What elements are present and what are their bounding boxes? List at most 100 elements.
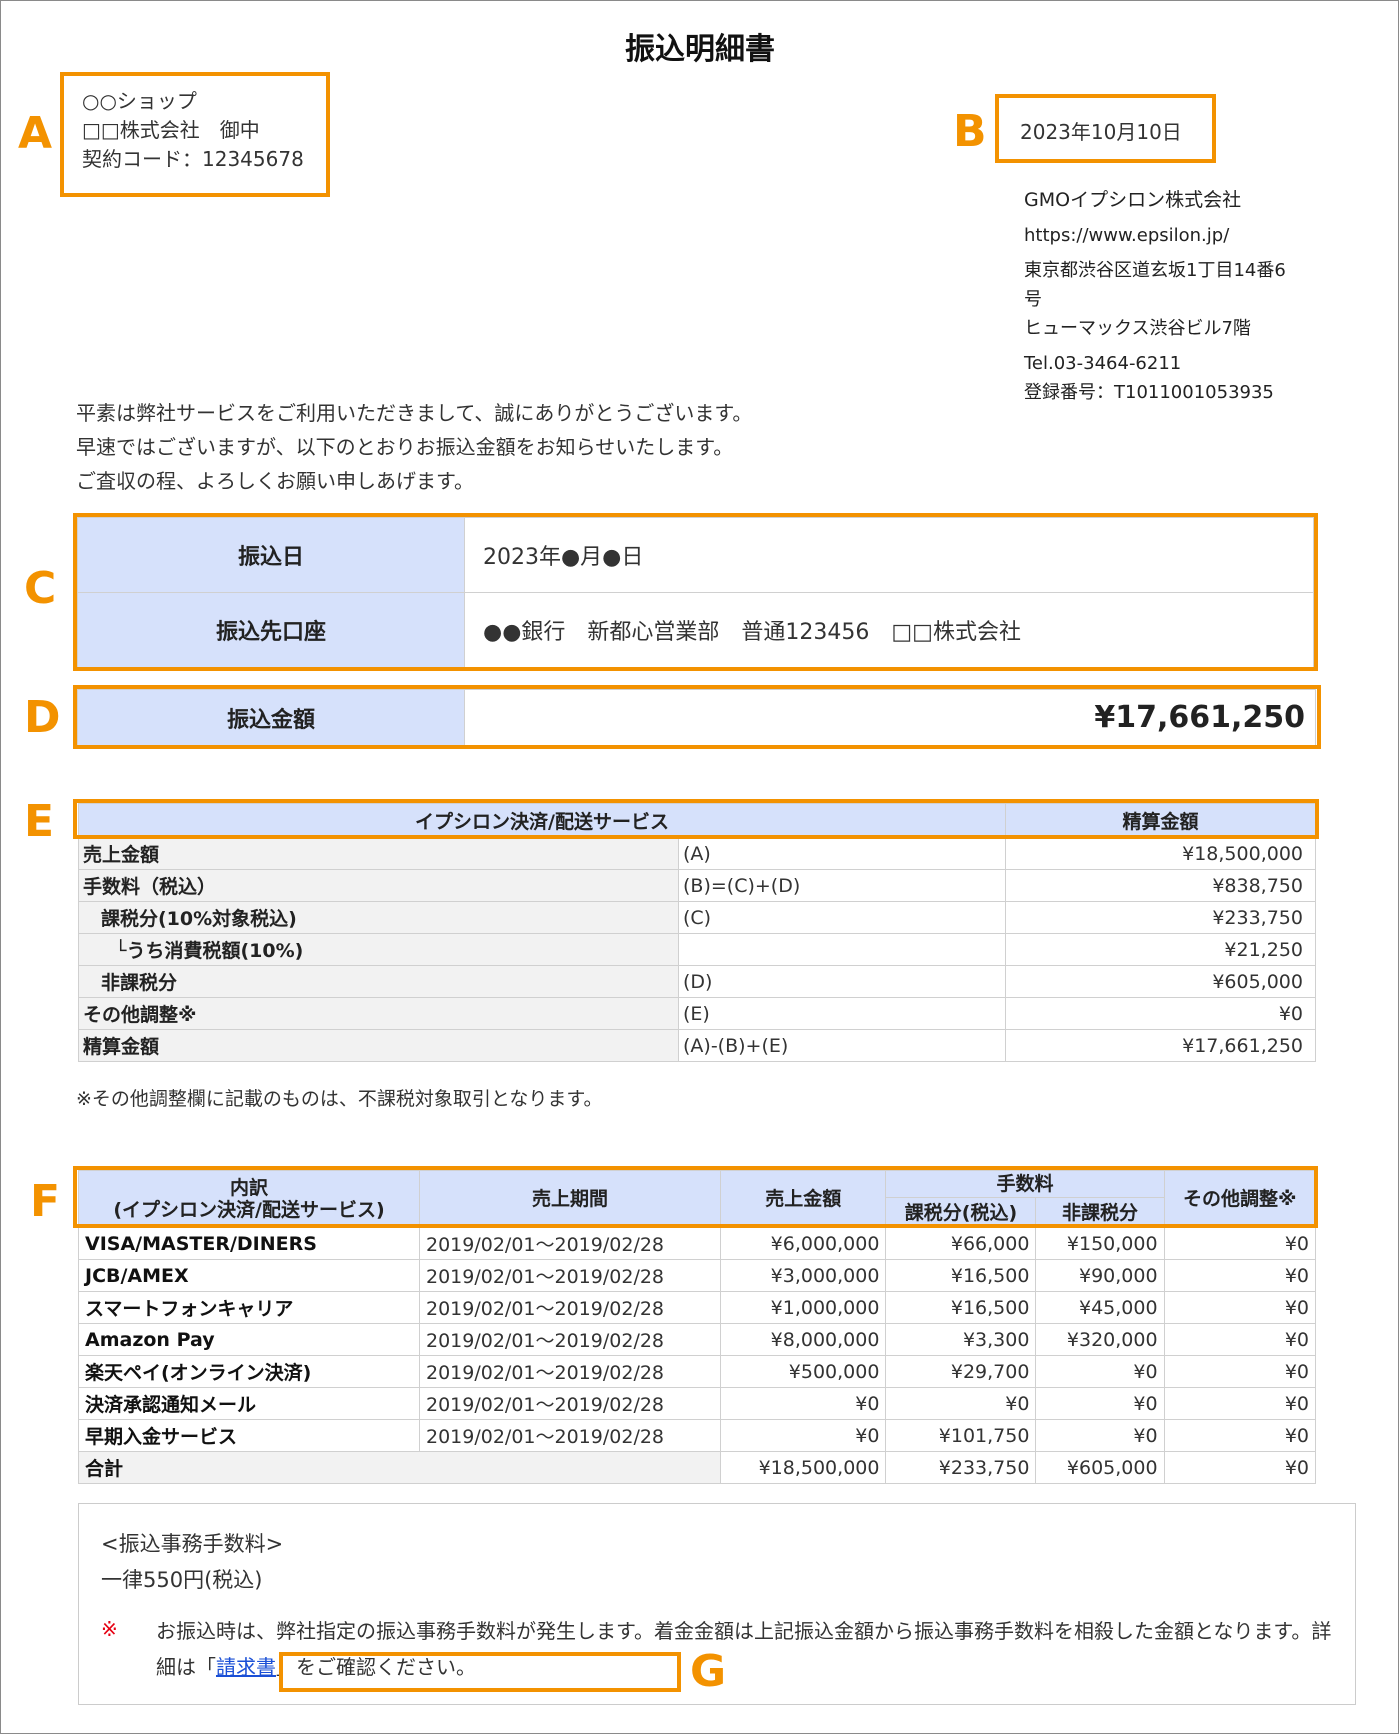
settlement-formula: (D): [678, 965, 1006, 998]
breakdown-item-name: スマートフォンキャリア: [78, 1291, 420, 1324]
breakdown-fee-taxable: ¥0: [885, 1387, 1037, 1420]
transfer-fee-note-text: お振込時は、弊社指定の振込事務手数料が発生します。着金金額は上記振込金額から振込…: [156, 1619, 1312, 1643]
settlement-formula: (A): [678, 837, 1006, 870]
breakdown-other: ¥0: [1163, 1227, 1317, 1260]
breakdown-sales: ¥8,000,000: [719, 1323, 887, 1356]
breakdown-other: ¥0: [1163, 1355, 1317, 1388]
table-row: JCB/AMEX 2019/02/01～2019/02/28 ¥3,000,000 ¥…: [78, 1259, 1317, 1292]
settlement-amount: ¥21,250: [1005, 933, 1316, 966]
breakdown-fee-nontaxable: ¥90,000: [1035, 1259, 1165, 1292]
table-row: スマートフォンキャリア 2019/02/01～2019/02/28 ¥1,000,0…: [78, 1291, 1317, 1324]
table-row: 売上金額 (A) ¥18,500,000: [78, 837, 1316, 870]
transfer-fee-info: <振込事務手数料> 一律550円(税込): [101, 1526, 283, 1598]
note-mark: ※: [101, 1617, 118, 1641]
breakdown-period: 2019/02/01～2019/02/28: [419, 1323, 721, 1356]
breakdown-sales: ¥0: [719, 1387, 887, 1420]
table-row: VISA/MASTER/DINERS 2019/02/01～2019/02/28 ¥…: [78, 1227, 1317, 1260]
breakdown-other: ¥0: [1163, 1387, 1317, 1420]
breakdown-fee-taxable: ¥16,500: [885, 1291, 1037, 1324]
document-title: 振込明細書: [625, 32, 775, 67]
breakdown-item-name: 決済承認通知メール: [78, 1387, 420, 1420]
breakdown-period: 2019/02/01～2019/02/28: [419, 1259, 721, 1292]
transfer-fee-amount: 一律550円(税込): [101, 1568, 263, 1592]
settlement-label: 精算金額: [78, 1029, 679, 1062]
breakdown-fee-taxable: ¥16,500: [885, 1259, 1037, 1292]
greeting-line: 早速ではございますが、以下のとおりお振込金額をお知らせいたします。: [76, 435, 734, 459]
callout-g: G: [690, 1646, 727, 1697]
table-row: 手数料（税込） (B)=(C)+(D) ¥838,750: [78, 869, 1316, 902]
breakdown-sales: ¥500,000: [719, 1355, 887, 1388]
settlement-formula: (C): [678, 901, 1006, 934]
issuer-address-line1: 東京都渋谷区道玄坂1丁目14番6: [1024, 260, 1286, 281]
highlight-box-c: [73, 513, 1318, 671]
breakdown-body: VISA/MASTER/DINERS 2019/02/01～2019/02/28 ¥…: [78, 1227, 1317, 1452]
settlement-label: 非課税分: [78, 965, 679, 998]
contract-code: 契約コード：12345678: [82, 147, 304, 171]
issuer-address-line2: ヒューマックス渋谷ビル7階: [1024, 318, 1251, 339]
breakdown-period: 2019/02/01～2019/02/28: [419, 1227, 721, 1260]
table-row: 早期入金サービス 2019/02/01～2019/02/28 ¥0 ¥101,750 ¥…: [78, 1419, 1317, 1452]
settlement-label: └うち消費税額(10%): [78, 933, 679, 966]
issuer-registration: 登録番号：T1011001053935: [1024, 382, 1274, 403]
breakdown-fee-taxable: ¥101,750: [885, 1419, 1037, 1452]
settlement-formula: (E): [678, 997, 1006, 1030]
recipient-shop: ○○ショップ: [82, 89, 197, 113]
settlement-label: 売上金額: [78, 837, 679, 870]
breakdown-period: 2019/02/01～2019/02/28: [419, 1419, 721, 1452]
recipient-block: ○○ショップ □□株式会社 御中 契約コード：12345678: [82, 87, 304, 174]
callout-e: E: [24, 796, 55, 847]
breakdown-sales: ¥0: [719, 1419, 887, 1452]
breakdown-fee-nontaxable: ¥45,000: [1035, 1291, 1165, 1324]
breakdown-fee-taxable: ¥3,300: [885, 1323, 1037, 1356]
settlement-formula: (A)-(B)+(E): [678, 1029, 1006, 1062]
breakdown-fee-nontaxable: ¥320,000: [1035, 1323, 1165, 1356]
issuer-block: GMOイプシロン株式会社 https://www.epsilon.jp/ 東京都…: [1024, 186, 1286, 407]
breakdown-fee-nontaxable: ¥150,000: [1035, 1227, 1165, 1260]
issuer-tel: Tel.03-3464-6211: [1024, 353, 1182, 374]
breakdown-total-other: ¥0: [1163, 1451, 1317, 1484]
table-row: その他調整※ (E) ¥0: [78, 997, 1316, 1030]
highlight-box-e: [73, 799, 1319, 839]
highlight-box-d: [73, 685, 1321, 749]
settlement-formula: [678, 933, 1006, 966]
breakdown-fee-nontaxable: ¥0: [1035, 1419, 1165, 1452]
breakdown-sales: ¥1,000,000: [719, 1291, 887, 1324]
settlement-amount: ¥838,750: [1005, 869, 1316, 902]
table-row: 精算金額 (A)-(B)+(E) ¥17,661,250: [78, 1029, 1316, 1062]
invoice-link[interactable]: 請求書: [216, 1655, 276, 1679]
settlement-label: 課税分(10%対象税込): [78, 901, 679, 934]
issuer-url: https://www.epsilon.jp/: [1024, 225, 1230, 246]
table-row: 課税分(10%対象税込) (C) ¥233,750: [78, 901, 1316, 934]
breakdown-total-taxable: ¥233,750: [885, 1451, 1037, 1484]
callout-d: D: [24, 692, 61, 743]
breakdown-fee-nontaxable: ¥0: [1035, 1387, 1165, 1420]
breakdown-fee-taxable: ¥29,700: [885, 1355, 1037, 1388]
breakdown-other: ¥0: [1163, 1259, 1317, 1292]
breakdown-other: ¥0: [1163, 1323, 1317, 1356]
breakdown-period: 2019/02/01～2019/02/28: [419, 1291, 721, 1324]
callout-f: F: [30, 1176, 61, 1227]
highlight-box-g: [279, 1652, 681, 1692]
breakdown-fee-nontaxable: ¥0: [1035, 1355, 1165, 1388]
callout-c: C: [24, 563, 57, 614]
breakdown-period: 2019/02/01～2019/02/28: [419, 1387, 721, 1420]
other-adjustment-note: ※その他調整欄に記載のものは、不課税対象取引となります。: [76, 1088, 603, 1110]
settlement-label: 手数料（税込）: [78, 869, 679, 902]
breakdown-item-name: VISA/MASTER/DINERS: [78, 1227, 420, 1260]
breakdown-total-nontaxable: ¥605,000: [1035, 1451, 1165, 1484]
breakdown-other: ¥0: [1163, 1291, 1317, 1324]
settlement-amount: ¥0: [1005, 997, 1316, 1030]
callout-b: B: [953, 106, 987, 157]
issuer-address-line1b: 号: [1024, 289, 1042, 310]
breakdown-other: ¥0: [1163, 1419, 1317, 1452]
settlement-formula: (B)=(C)+(D): [678, 869, 1006, 902]
breakdown-fee-taxable: ¥66,000: [885, 1227, 1037, 1260]
highlight-box-f: [73, 1166, 1318, 1228]
settlement-amount: ¥605,000: [1005, 965, 1316, 998]
settlement-table: イプシロン決済/配送サービス 精算金額 売上金額 (A) ¥18,500,000…: [78, 803, 1316, 1062]
table-row: └うち消費税額(10%) ¥21,250: [78, 933, 1316, 966]
breakdown-sales: ¥6,000,000: [719, 1227, 887, 1260]
breakdown-item-name: JCB/AMEX: [78, 1259, 420, 1292]
settlement-amount: ¥17,661,250: [1005, 1029, 1316, 1062]
breakdown-total-sales: ¥18,500,000: [719, 1451, 887, 1484]
